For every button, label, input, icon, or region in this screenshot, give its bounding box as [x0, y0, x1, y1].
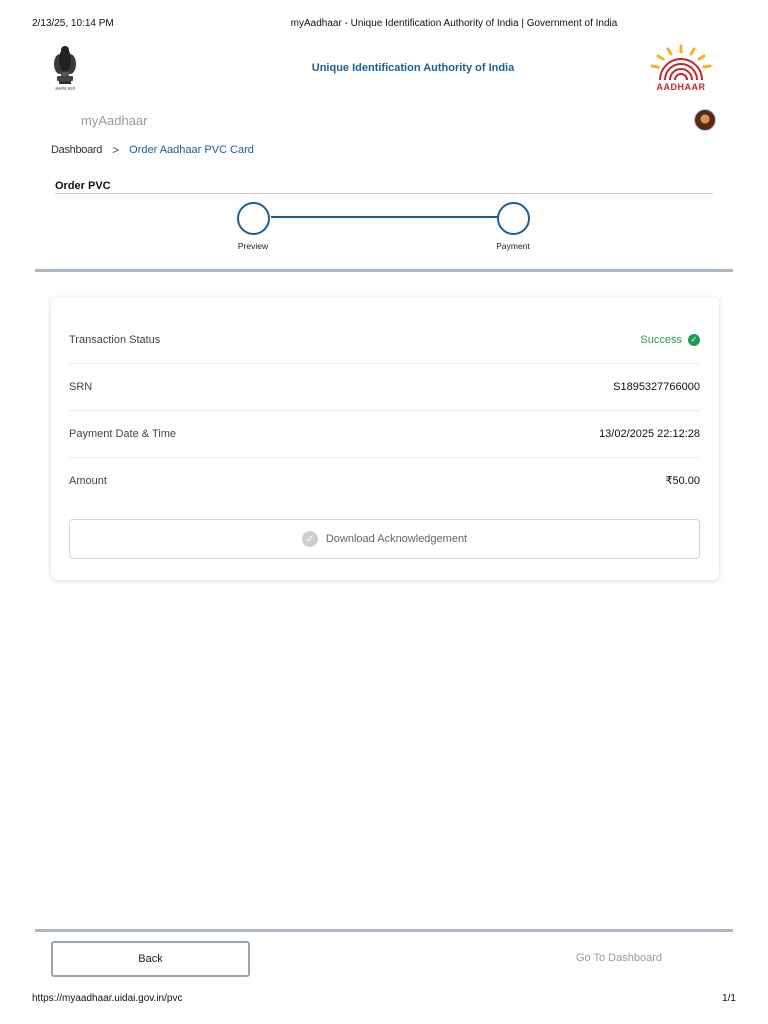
breadcrumb-dashboard-link[interactable]: Dashboard	[51, 144, 102, 156]
chevron-right-icon: >	[112, 143, 120, 157]
breadcrumb: Dashboard > Order Aadhaar PVC Card	[51, 143, 254, 157]
transaction-status-row: Transaction Status Success ✓	[69, 317, 700, 364]
download-acknowledgement-label: Download Acknowledgement	[325, 533, 468, 545]
print-page-title: myAadhaar - Unique Identification Author…	[290, 18, 618, 29]
breadcrumb-current: Order Aadhaar PVC Card	[129, 144, 254, 156]
check-circle-icon: ✓	[688, 334, 700, 346]
step-preview-circle	[237, 202, 270, 235]
transaction-status-label: Transaction Status	[69, 334, 161, 346]
emblem-caption: सत्यमेव जयते	[55, 86, 75, 91]
payment-date-value: 13/02/2025 22:12:28	[599, 428, 700, 440]
payment-date-label: Payment Date & Time	[69, 428, 176, 440]
user-avatar[interactable]	[694, 109, 716, 131]
transaction-card: Transaction Status Success ✓ SRN S189532…	[51, 297, 719, 580]
payment-date-row: Payment Date & Time 13/02/2025 22:12:28	[69, 411, 700, 458]
srn-label: SRN	[69, 381, 93, 393]
check-circle-icon: ✓	[301, 531, 318, 547]
go-to-dashboard-button[interactable]: Go To Dashboard	[576, 952, 662, 964]
amount-row: Amount ₹50.00	[69, 457, 700, 504]
srn-value: S1895327766000	[613, 381, 700, 393]
status-badge: Success ✓	[640, 334, 700, 346]
print-page-number: 1/1	[722, 993, 736, 1004]
step-payment-circle	[497, 202, 530, 235]
print-header: 2/13/25, 10:14 PM myAadhaar - Unique Ide…	[32, 18, 736, 32]
download-acknowledgement-button[interactable]: ✓ Download Acknowledgement	[69, 519, 700, 559]
srn-row: SRN S1895327766000	[69, 364, 700, 411]
print-url: https://myaadhaar.uidai.gov.in/pvc	[32, 993, 183, 1004]
stepper-divider	[35, 269, 733, 272]
back-button[interactable]: Back	[51, 941, 250, 977]
section-divider	[55, 193, 713, 194]
amount-label: Amount	[69, 474, 107, 487]
order-stepper: Preview Payment	[0, 200, 768, 260]
footer-divider	[35, 929, 733, 932]
amount-value: ₹50.00	[665, 475, 700, 487]
app-title[interactable]: myAadhaar	[81, 113, 147, 128]
section-title: Order PVC	[55, 180, 111, 192]
aadhaar-logo-text: AADHAAR	[656, 82, 706, 92]
transaction-status-value: Success	[640, 334, 682, 346]
stepper-connector	[271, 216, 499, 218]
step-payment-label: Payment	[496, 241, 530, 251]
step-preview-label: Preview	[237, 241, 269, 251]
